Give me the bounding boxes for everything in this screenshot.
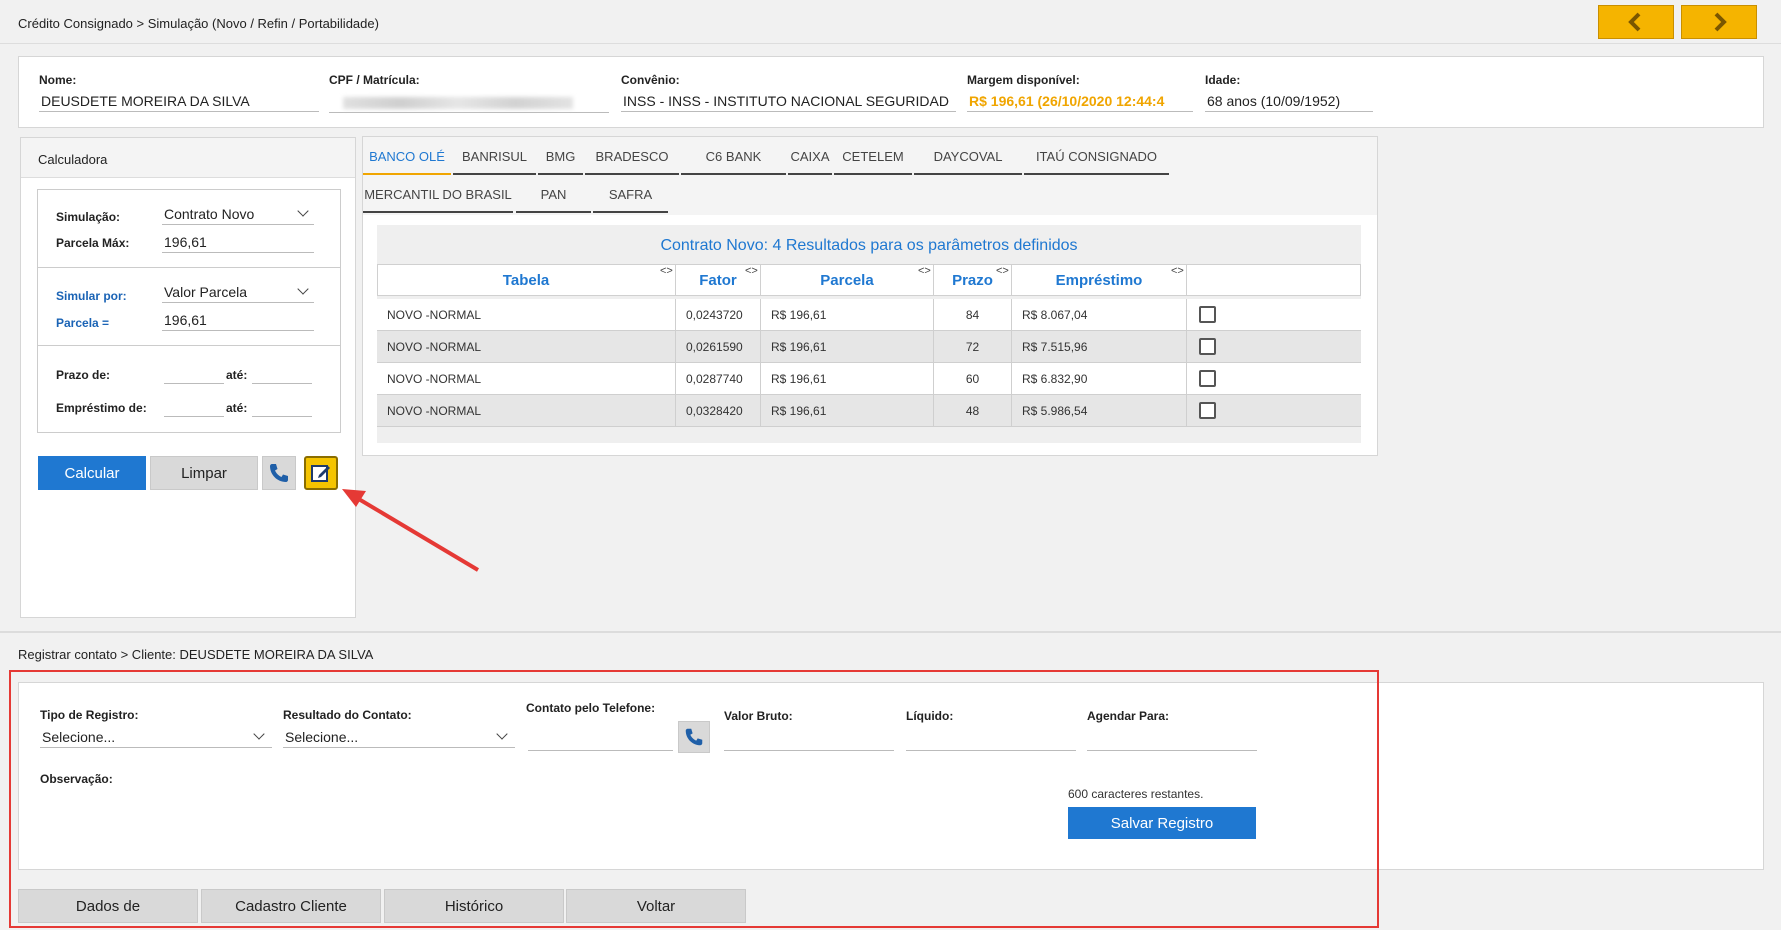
tab-ita-consignado[interactable]: ITAÚ CONSIGNADO	[1024, 139, 1169, 175]
table-cell-fator: 0,0328420	[676, 395, 761, 426]
row-checkbox[interactable]	[1199, 306, 1216, 323]
phone-icon	[270, 464, 288, 482]
tab-daycoval[interactable]: DAYCOVAL	[914, 139, 1022, 175]
table-cell-emprestimo: R$ 7.515,96	[1012, 331, 1187, 362]
client-info-panel: Nome: DEUSDETE MOREIRA DA SILVA CPF / Ma…	[18, 56, 1764, 128]
margem-field[interactable]: R$ 196,61 (26/10/2020 12:44:4	[967, 93, 1193, 112]
prev-button[interactable]	[1598, 5, 1674, 39]
simulacao-label: Simulação:	[56, 210, 121, 224]
row-checkbox[interactable]	[1199, 402, 1216, 419]
table-cell-prazo: 72	[934, 331, 1012, 362]
calc-inner-box: Simulação: Contrato Novo Parcela Máx: 19…	[37, 189, 341, 433]
simular-por-select[interactable]: Valor Parcela	[162, 284, 314, 303]
convenio-field[interactable]: INSS - INSS - INSTITUTO NACIONAL SEGURID…	[621, 93, 956, 112]
edit-icon	[311, 465, 330, 482]
tab-banrisul[interactable]: BANRISUL	[453, 139, 536, 175]
column-header-parcela[interactable]: Parcela	[761, 265, 934, 295]
nome-label: Nome:	[39, 73, 77, 87]
column-header-emprestimo[interactable]: Empréstimo	[1012, 265, 1187, 295]
table-row: NOVO -NORMAL 0,0261590 R$ 196,61 72 R$ 7.515…	[377, 331, 1361, 363]
table-cell-prazo: 48	[934, 395, 1012, 426]
contact-breadcrumb: Registrar contato > Cliente: DEUSDETE MO…	[18, 647, 374, 662]
sort-icon[interactable]: <>	[1171, 265, 1184, 277]
table-cell-emprestimo: R$ 8.067,04	[1012, 299, 1187, 330]
table-row: NOVO -NORMAL 0,0243720 R$ 196,61 84 R$ 8.067…	[377, 299, 1361, 331]
convenio-label: Convênio:	[621, 73, 680, 87]
sort-icon[interactable]: <>	[745, 265, 758, 277]
row-checkbox[interactable]	[1199, 370, 1216, 387]
parcela-eq-label: Parcela =	[56, 316, 110, 330]
table-cell-tabela: NOVO -NORMAL	[377, 331, 676, 362]
nome-field[interactable]: DEUSDETE MOREIRA DA SILVA	[39, 93, 319, 112]
tab-caixa[interactable]: CAIXA	[788, 139, 832, 175]
chevron-left-icon	[1628, 12, 1641, 32]
table-cell-parcela: R$ 196,61	[761, 395, 934, 426]
table-cell-prazo: 84	[934, 299, 1012, 330]
tab-pan[interactable]: PAN	[516, 177, 591, 213]
table-cell-fator: 0,0287740	[676, 363, 761, 394]
tab-cetelem[interactable]: CETELEM	[834, 139, 912, 175]
table-cell-parcela: R$ 196,61	[761, 331, 934, 362]
prazo-label: Prazo de:	[56, 368, 111, 382]
idade-label: Idade:	[1205, 73, 1241, 87]
section-divider	[0, 631, 1781, 633]
tab-c6-bank[interactable]: C6 BANK	[681, 139, 786, 175]
margem-label: Margem disponível:	[967, 73, 1080, 87]
sort-icon[interactable]: <>	[918, 265, 931, 277]
table-cell-parcela: R$ 196,61	[761, 363, 934, 394]
emprestimo-label: Empréstimo de:	[56, 401, 147, 415]
calculator-title: Calculadora	[38, 152, 108, 167]
table-cell-fator: 0,0243720	[676, 299, 761, 330]
table-cell-emprestimo: R$ 5.986,54	[1012, 395, 1187, 426]
tab-safra[interactable]: SAFRA	[593, 177, 668, 213]
parcela-eq-field[interactable]: 196,61	[162, 312, 314, 331]
chevron-right-icon	[1714, 12, 1727, 32]
limpar-button[interactable]: Limpar	[150, 456, 258, 490]
calculator-panel: Calculadora Simulação: Contrato Novo Par…	[20, 137, 356, 618]
emprestimo-ate-field[interactable]	[252, 399, 312, 417]
table-cell-tabela: NOVO -NORMAL	[377, 395, 676, 426]
table-cell-parcela: R$ 196,61	[761, 299, 934, 330]
tab-banco-ol-[interactable]: BANCO OLÉ	[363, 139, 451, 175]
column-header-tabela[interactable]: Tabela	[377, 265, 676, 295]
results-table-area: Contrato Novo: 4 Resultados para os parâ…	[377, 225, 1361, 443]
breadcrumb: Crédito Consignado > Simulação (Novo / R…	[18, 16, 379, 31]
tab-bradesco[interactable]: BRADESCO	[585, 139, 679, 175]
annotation-arrow	[342, 489, 480, 572]
calcular-button[interactable]: Calcular	[38, 456, 146, 490]
table-cell-fator: 0,0261590	[676, 331, 761, 362]
table-cell-prazo: 60	[934, 363, 1012, 394]
tab-bmg[interactable]: BMG	[538, 139, 583, 175]
table-cell-tabela: NOVO -NORMAL	[377, 363, 676, 394]
idade-field[interactable]: 68 anos (10/09/1952)	[1205, 93, 1373, 112]
table-cell-emprestimo: R$ 6.832,90	[1012, 363, 1187, 394]
results-panel: Contrato Novo: 4 Resultados para os parâ…	[362, 136, 1378, 456]
simulacao-select[interactable]: Contrato Novo	[162, 206, 314, 225]
prazo-ate-label: até:	[226, 368, 248, 382]
annotation-highlight-box	[9, 670, 1379, 928]
next-button[interactable]	[1681, 5, 1757, 39]
table-row: NOVO -NORMAL 0,0328420 R$ 196,61 48 R$ 5.986…	[377, 395, 1361, 427]
parcela-max-field[interactable]: 196,61	[162, 234, 314, 253]
table-row: NOVO -NORMAL 0,0287740 R$ 196,61 60 R$ 6.832…	[377, 363, 1361, 395]
sort-icon[interactable]: <>	[660, 265, 673, 277]
parcela-max-label: Parcela Máx:	[56, 236, 130, 250]
tab-mercantil-do-brasil[interactable]: MERCANTIL DO BRASIL	[363, 177, 513, 213]
row-checkbox[interactable]	[1199, 338, 1216, 355]
phone-button[interactable]	[262, 456, 296, 490]
results-title: Contrato Novo: 4 Resultados para os parâ…	[660, 237, 1078, 254]
table-cell-tabela: NOVO -NORMAL	[377, 299, 676, 330]
emprestimo-de-field[interactable]	[164, 399, 224, 417]
prazo-ate-field[interactable]	[252, 366, 312, 384]
prazo-de-field[interactable]	[164, 366, 224, 384]
emprestimo-ate-label: até:	[226, 401, 248, 415]
simular-por-label: Simular por:	[56, 289, 127, 303]
cpf-label: CPF / Matrícula:	[329, 73, 420, 87]
sort-icon[interactable]: <>	[996, 265, 1009, 277]
cpf-field-blurred[interactable]	[329, 93, 609, 113]
